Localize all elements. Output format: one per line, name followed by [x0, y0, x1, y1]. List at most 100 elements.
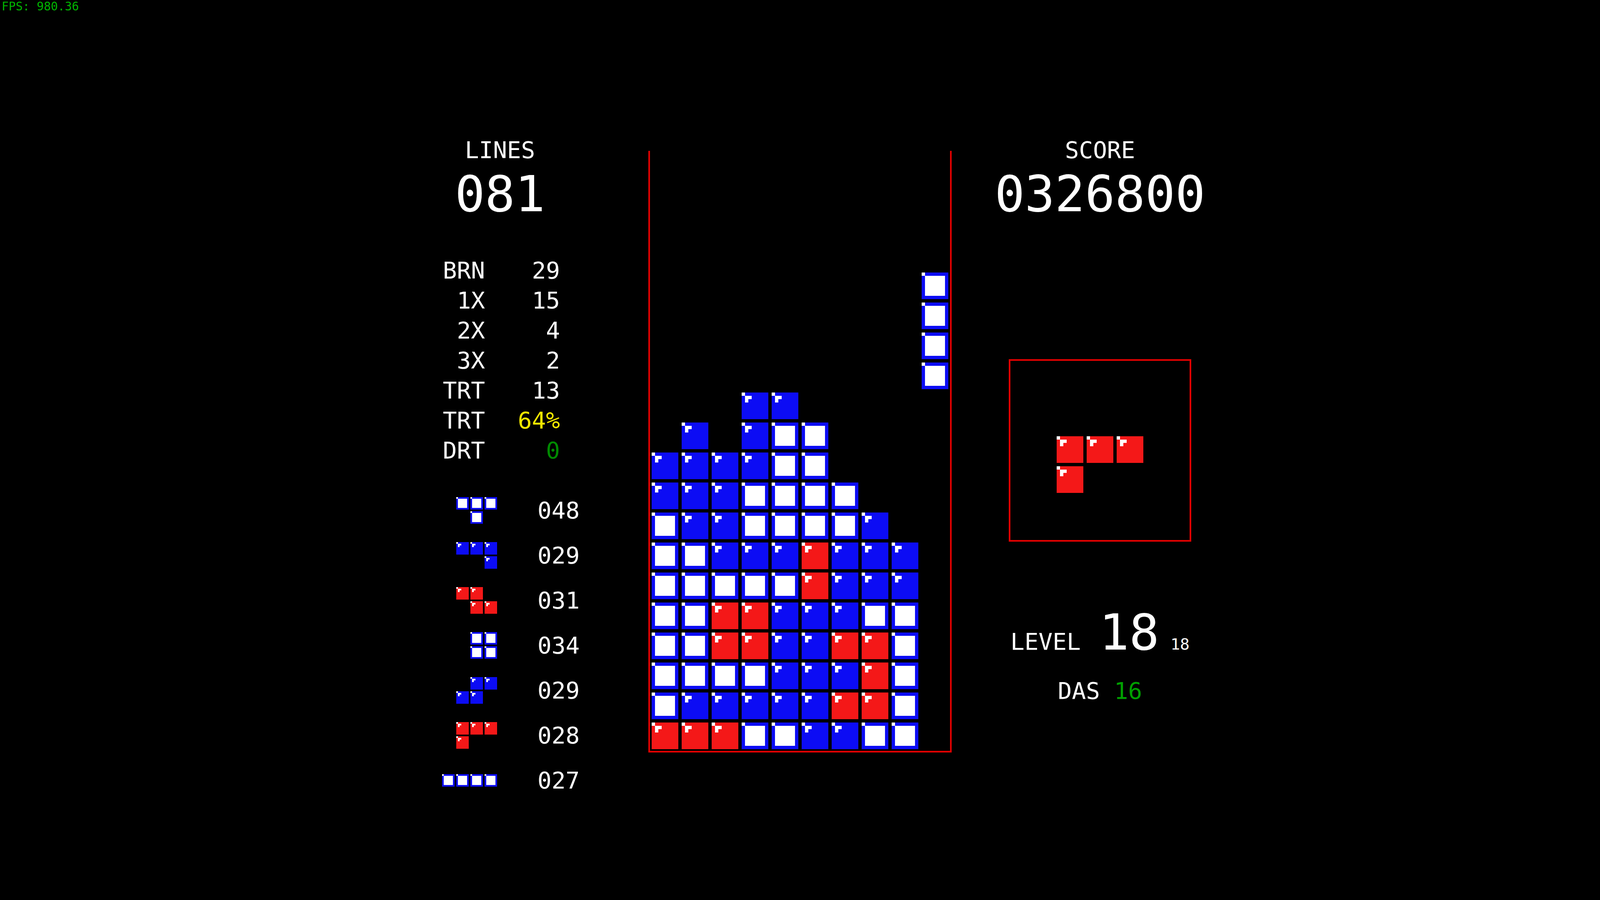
board-row — [650, 300, 950, 331]
block — [1086, 436, 1114, 463]
block — [921, 332, 949, 360]
piece-count: 048 — [537, 498, 580, 523]
block — [741, 392, 769, 420]
block-highlight — [801, 662, 805, 666]
block-highlight — [681, 452, 685, 456]
block-highlight — [715, 729, 719, 733]
block-highlight — [865, 639, 869, 643]
block-highlight — [745, 699, 749, 703]
empty-cell — [770, 180, 800, 211]
piece-count: 029 — [537, 543, 580, 568]
block-highlight — [771, 422, 775, 426]
block-highlight — [1090, 442, 1094, 447]
block — [771, 692, 799, 720]
block-cell — [1055, 434, 1085, 465]
block-highlight — [745, 395, 752, 400]
empty-cell — [890, 150, 920, 181]
block-highlight — [655, 725, 662, 730]
empty-cell — [740, 180, 770, 211]
block-cell — [830, 630, 860, 661]
block-highlight — [651, 482, 655, 486]
piece-icon — [455, 541, 498, 570]
block-highlight — [835, 725, 842, 730]
empty-cell — [770, 300, 800, 331]
block-highlight — [865, 635, 872, 640]
block-cell — [680, 480, 710, 511]
block-highlight — [711, 482, 715, 486]
block-cell — [650, 480, 680, 511]
block — [470, 722, 483, 735]
block-highlight — [685, 695, 692, 700]
block-cell — [740, 450, 770, 481]
block-highlight — [865, 549, 869, 553]
block-highlight — [831, 692, 835, 696]
empty-cell — [740, 360, 770, 391]
block-highlight — [472, 604, 474, 607]
board-row — [650, 720, 950, 751]
block-highlight — [745, 545, 752, 550]
next-piece — [1055, 434, 1145, 540]
block — [801, 662, 829, 690]
block-cell — [441, 773, 456, 788]
block-cell — [680, 690, 710, 721]
block-highlight — [685, 699, 689, 703]
empty-cell — [890, 270, 920, 301]
block-highlight — [775, 395, 782, 400]
block — [831, 542, 859, 570]
stat-row: DRT0 — [440, 435, 592, 466]
block-cell — [710, 600, 740, 631]
piece-icon-slot — [440, 496, 498, 525]
block-highlight — [771, 602, 775, 606]
block-cell — [770, 630, 800, 661]
block — [801, 722, 829, 750]
empty-cell — [860, 330, 890, 361]
block — [456, 587, 469, 600]
block-cell — [860, 660, 890, 691]
block-cell — [680, 660, 710, 691]
block — [681, 482, 709, 510]
empty-cell — [680, 390, 710, 421]
block — [470, 587, 483, 600]
empty-cell — [860, 210, 890, 241]
block-cell — [483, 555, 498, 570]
block-highlight — [865, 695, 872, 700]
block-cell — [740, 630, 770, 661]
left-panel: LINES081BRN291X152X43X2TRT13TRT64%DRT004… — [433, 0, 592, 803]
block-highlight — [651, 692, 655, 696]
block-highlight — [745, 635, 752, 640]
block-highlight — [715, 549, 719, 553]
block-cell — [770, 600, 800, 631]
block-cell — [455, 735, 470, 750]
piece-icon-slot — [440, 586, 498, 615]
piece-icon-slot — [440, 676, 498, 705]
block-cell — [770, 720, 800, 751]
empty-cell — [830, 390, 860, 421]
board-row — [650, 210, 950, 241]
piece-stat-row: 048 — [440, 487, 592, 533]
block-highlight — [771, 542, 775, 546]
empty-cell — [650, 210, 680, 241]
block-cell — [469, 645, 484, 660]
stat-label: 2X — [440, 318, 485, 343]
block-highlight — [891, 692, 895, 696]
stat-value: 15 — [485, 288, 560, 313]
block-cell — [860, 540, 890, 571]
block — [741, 662, 769, 690]
empty-cell — [920, 390, 950, 421]
empty-cell — [920, 600, 950, 631]
block-highlight — [771, 452, 775, 456]
stat-value: 2 — [485, 348, 560, 373]
block-cell — [860, 720, 890, 751]
block — [801, 452, 829, 480]
board-row — [650, 690, 950, 721]
block — [801, 632, 829, 660]
block-cell — [800, 630, 830, 661]
block — [711, 452, 739, 480]
playfield — [648, 150, 952, 753]
block-highlight — [771, 572, 775, 576]
block-highlight — [651, 602, 655, 606]
score-label: SCORE — [1065, 138, 1136, 162]
block-highlight — [921, 302, 925, 306]
empty-cell — [710, 330, 740, 361]
block — [651, 572, 679, 600]
